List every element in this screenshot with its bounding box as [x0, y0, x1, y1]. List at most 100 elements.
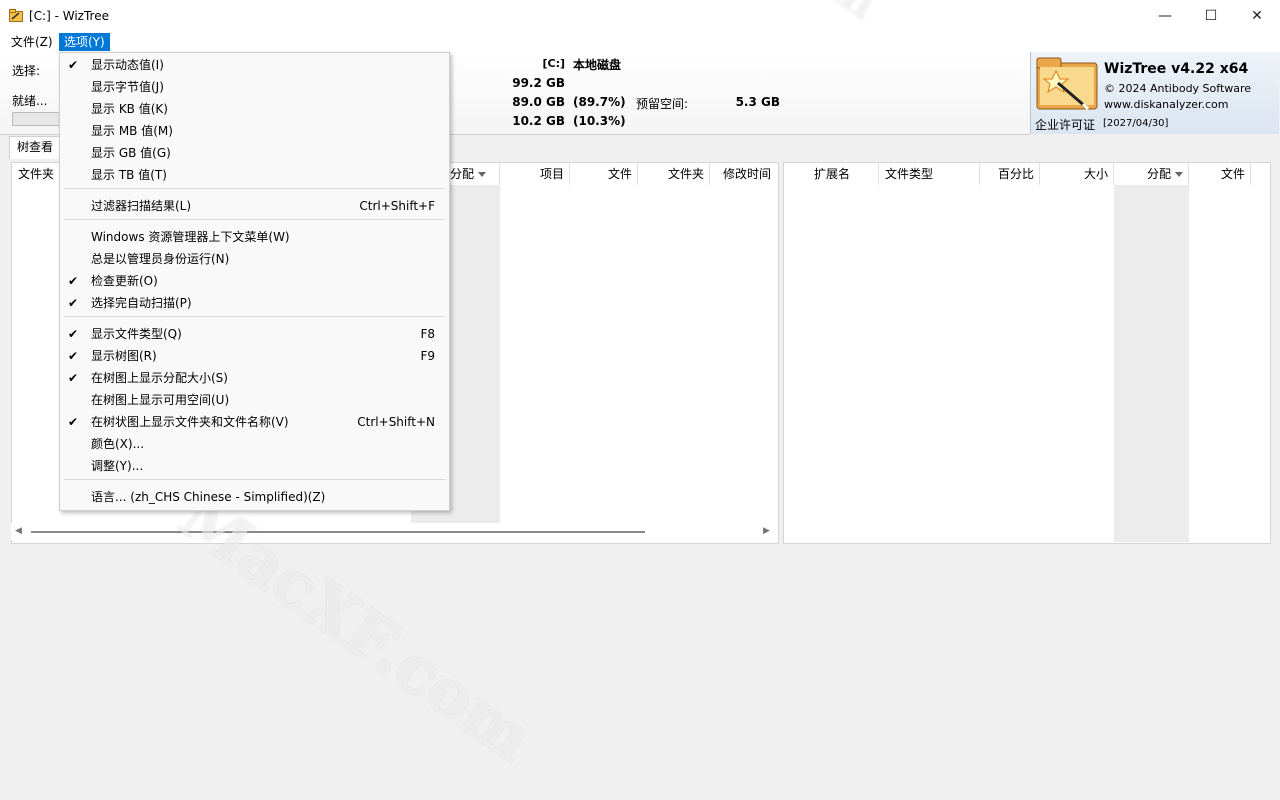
menu-option-5[interactable]: 显示 TB 值(T)	[60, 164, 449, 186]
header-files-label: 文件	[607, 167, 632, 181]
title-bar: [C:] - WizTree — ☐ ✕	[0, 0, 1280, 32]
menu-option-label: 显示动态值(I)	[91, 58, 164, 72]
used-percent: (89.7%)	[573, 95, 626, 109]
treemap-area[interactable]	[0, 546, 1280, 800]
header-color[interactable]	[784, 163, 809, 185]
header-extension-label: 扩展名	[814, 167, 851, 181]
menu-option-0[interactable]: ✔ 显示动态值(I)	[60, 54, 449, 76]
menu-option-3[interactable]: 显示 MB 值(M)	[60, 120, 449, 142]
menu-separator	[64, 316, 445, 317]
menu-option-label: 检查更新(O)	[91, 274, 158, 288]
allocated-column-shade	[1114, 185, 1189, 542]
header-allocated[interactable]: 分配	[444, 163, 500, 185]
menu-option-label: 在树状图上显示文件夹和文件名称(V)	[91, 415, 289, 429]
license-date: [2027/04/30]	[1103, 118, 1169, 129]
header-modified[interactable]: 修改时间	[710, 163, 776, 185]
header-type-allocated[interactable]: 分配	[1114, 163, 1189, 185]
menu-option-label: 语言... (zh_CHS Chinese - Simplified)(Z)	[91, 490, 326, 504]
select-label: 选择:	[12, 64, 41, 78]
menu-option-17[interactable]: 调整(Y)...	[60, 455, 449, 477]
brand-website[interactable]: www.diskanalyzer.com	[1104, 98, 1229, 111]
menu-option-label: 在树图上显示分配大小(S)	[91, 371, 228, 385]
menu-bar: 文件(Z) 选项(Y)	[0, 32, 1280, 52]
wiztree-wand-logo[interactable]	[1036, 57, 1098, 111]
menu-option-6[interactable]: 过滤器扫描结果(L) Ctrl+Shift+F	[60, 195, 449, 217]
free-size: 10.2 GB	[512, 114, 565, 128]
menu-file[interactable]: 文件(Z)	[6, 33, 58, 51]
brand-copyright: © 2024 Antibody Software	[1104, 82, 1252, 95]
menu-separator	[64, 479, 445, 480]
free-percent: (10.3%)	[573, 114, 626, 128]
menu-option-1[interactable]: 显示字节值(J)	[60, 76, 449, 98]
header-percent[interactable]: 百分比	[980, 163, 1040, 185]
minimize-button[interactable]: —	[1142, 0, 1188, 32]
check-icon: ✔	[68, 349, 79, 363]
tab-tree-view[interactable]: 树查看	[9, 136, 61, 159]
menu-option-label: 颜色(X)...	[91, 437, 145, 451]
menu-option-10[interactable]: ✔ 选择完自动扫描(P)	[60, 292, 449, 314]
menu-option-7[interactable]: Windows 资源管理器上下文菜单(W)	[60, 226, 449, 248]
header-file-type-label: 文件类型	[885, 167, 934, 181]
menu-option-16[interactable]: 颜色(X)...	[60, 433, 449, 455]
check-icon: ✔	[68, 296, 79, 310]
menu-option-label: 显示 MB 值(M)	[91, 124, 173, 138]
header-file-type[interactable]: 文件类型	[879, 163, 980, 185]
menu-option-shortcut: Ctrl+Shift+F	[359, 199, 435, 213]
menu-option-15[interactable]: ✔ 在树状图上显示文件夹和文件名称(V) Ctrl+Shift+N	[60, 411, 449, 433]
sort-desc-icon	[478, 172, 487, 177]
check-icon: ✔	[68, 274, 79, 288]
menu-option-label: 显示 GB 值(G)	[91, 146, 171, 160]
menu-option-label: 显示树图(R)	[91, 349, 157, 363]
window-title: [C:] - WizTree	[29, 9, 109, 23]
menu-option-label: 显示 TB 值(T)	[91, 168, 167, 182]
file-types-panel[interactable]: 扩展名 文件类型 百分比 大小 分配 文件	[783, 162, 1271, 544]
reserved-size: 5.3 GB	[735, 95, 780, 109]
scroll-left-icon[interactable]: ◀	[15, 526, 22, 536]
minimize-icon: —	[1158, 8, 1172, 24]
scroll-right-icon[interactable]: ▶	[763, 526, 770, 536]
menu-option-2[interactable]: 显示 KB 值(K)	[60, 98, 449, 120]
check-icon: ✔	[68, 371, 79, 385]
drive-letter: [C:]	[542, 57, 565, 70]
menu-option-8[interactable]: 总是以管理员身份运行(N)	[60, 248, 449, 270]
license-label: 企业许可证	[1035, 118, 1096, 132]
header-folder[interactable]: 文件夹	[12, 163, 60, 185]
menu-option-11[interactable]: ✔ 显示文件类型(Q) F8	[60, 323, 449, 345]
close-button[interactable]: ✕	[1234, 0, 1280, 32]
close-icon: ✕	[1251, 8, 1263, 24]
menu-option-14[interactable]: 在树图上显示可用空间(U)	[60, 389, 449, 411]
menu-option-shortcut: F9	[420, 349, 435, 363]
scan-progress-bar	[12, 112, 64, 126]
header-size[interactable]: 大小	[1040, 163, 1114, 185]
maximize-button[interactable]: ☐	[1188, 0, 1234, 32]
menu-option-label: 显示 KB 值(K)	[91, 102, 168, 116]
scrollbar-thumb[interactable]	[31, 531, 645, 533]
menu-option-4[interactable]: 显示 GB 值(G)	[60, 142, 449, 164]
header-folders-label: 文件夹	[667, 167, 704, 181]
menu-option-label: 显示文件类型(Q)	[91, 327, 182, 341]
menu-options[interactable]: 选项(Y)	[59, 33, 110, 51]
header-folder-label: 文件夹	[18, 167, 55, 181]
header-files[interactable]: 文件	[570, 163, 638, 185]
menu-option-label: 显示字节值(J)	[91, 80, 164, 94]
sort-desc-icon	[1175, 172, 1183, 177]
menu-option-18[interactable]: 语言... (zh_CHS Chinese - Simplified)(Z)	[60, 486, 449, 508]
menu-option-13[interactable]: ✔ 在树图上显示分配大小(S)	[60, 367, 449, 389]
wiztree-app-icon	[9, 9, 23, 22]
header-type-files[interactable]: 文件	[1189, 163, 1251, 185]
header-type-files-label: 文件	[1220, 167, 1245, 181]
horizontal-scrollbar[interactable]: ◀ ▶	[11, 523, 777, 540]
brand-name: WizTree v4.22 x64	[1104, 61, 1249, 77]
header-items[interactable]: 项目	[500, 163, 570, 185]
header-folders[interactable]: 文件夹	[638, 163, 710, 185]
menu-separator	[64, 188, 445, 189]
header-extension[interactable]: 扩展名	[808, 163, 879, 185]
maximize-icon: ☐	[1204, 8, 1218, 24]
menu-option-label: 总是以管理员身份运行(N)	[91, 252, 230, 266]
menu-option-9[interactable]: ✔ 检查更新(O)	[60, 270, 449, 292]
menu-option-label: 调整(Y)...	[91, 459, 144, 473]
header-items-label: 项目	[539, 167, 564, 181]
menu-option-12[interactable]: ✔ 显示树图(R) F9	[60, 345, 449, 367]
menu-option-label: 选择完自动扫描(P)	[91, 296, 192, 310]
header-size-label: 大小	[1083, 167, 1108, 181]
